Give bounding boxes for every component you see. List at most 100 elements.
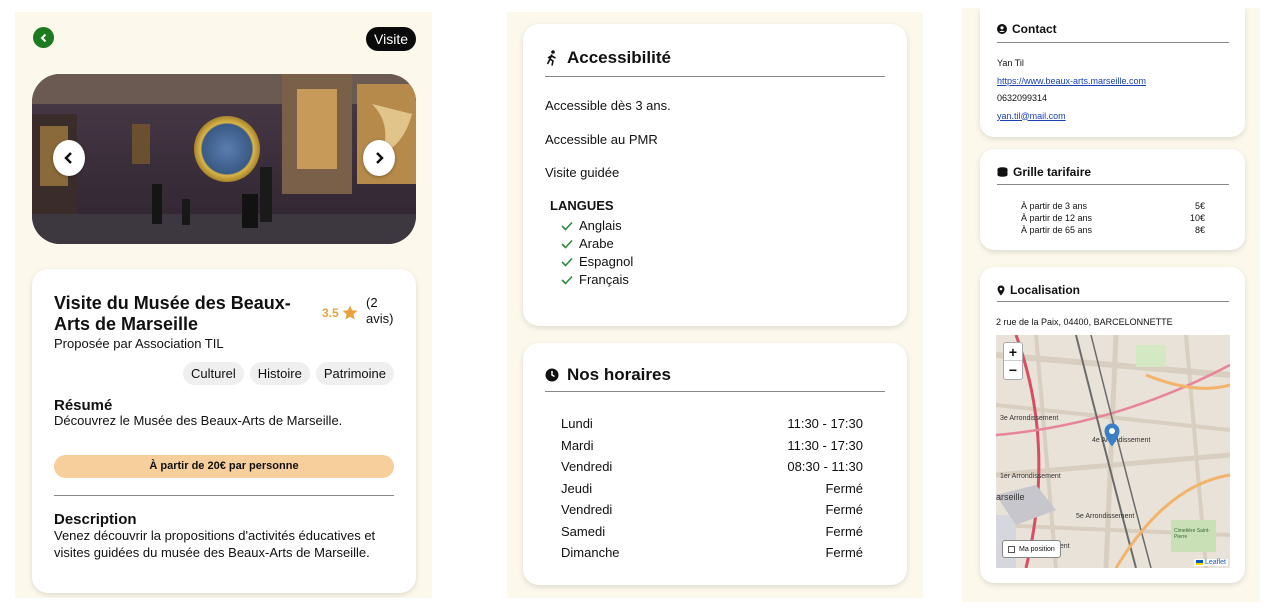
location-heading: Localisation: [997, 283, 1080, 297]
chip[interactable]: Culturel: [182, 362, 244, 385]
location-heading-label: Localisation: [1010, 283, 1081, 297]
language-label: Français: [579, 272, 629, 287]
pricing-table: À partir de 3 ans 5€ À partir de 12 ans 10…: [1021, 200, 1205, 236]
price-value: 8€: [1194, 225, 1205, 235]
divider: [997, 42, 1229, 43]
star-icon: [342, 305, 358, 320]
price-label: À partir de 65 ans: [1021, 225, 1093, 235]
accessibility-line: Accessible au PMR: [545, 132, 658, 147]
contact-location-panel: Contact Yan Til https://www.beaux-arts.m…: [962, 8, 1260, 602]
description-heading: Description: [54, 511, 137, 528]
contact-heading: Contact: [997, 22, 1057, 36]
pricing-heading: Grille tarifaire: [997, 165, 1091, 179]
my-position-checkbox[interactable]: [1008, 545, 1015, 553]
time: 11:30 - 17:30: [787, 437, 863, 453]
phone-number: 0632099314: [997, 93, 1048, 103]
price-value: 5€: [1194, 201, 1205, 211]
hours-heading: Nos horaires: [545, 365, 671, 385]
map-marker-icon[interactable]: [1104, 423, 1120, 447]
language-label: Arabe: [579, 236, 614, 251]
hours-row: Jeudi Fermé: [561, 478, 863, 500]
price-row: À partir de 12 ans 10€: [1021, 212, 1205, 224]
language-label: Espagnol: [579, 254, 634, 269]
map-pin-icon: [997, 285, 1005, 295]
contact-heading-label: Contact: [1012, 22, 1057, 36]
divider: [54, 495, 394, 496]
activity-detail-panel: Visite Visite du Musée des Beaux-Arts de…: [15, 12, 432, 598]
map-label: arseille: [996, 492, 1025, 502]
hours-heading-label: Nos horaires: [567, 365, 671, 384]
contact-name: Yan Til: [997, 58, 1024, 68]
divider: [997, 184, 1229, 185]
hours-row: Samedi Fermé: [561, 521, 863, 543]
divider: [545, 76, 885, 77]
rating-value: 3.5: [322, 305, 339, 320]
chip-list: Culturel Histoire Patrimoine: [182, 362, 394, 385]
location-card: Localisation 2 rue de la Paix, 04400, BA…: [980, 267, 1245, 583]
price-value: 10€: [1189, 213, 1205, 223]
hours-row: Dimanche Fermé: [561, 542, 863, 564]
time: 11:30 - 17:30: [787, 416, 863, 431]
check-icon: [561, 239, 573, 249]
attribution-link[interactable]: Leaflet: [1205, 559, 1226, 566]
website-link[interactable]: https://www.beaux-arts.marseille.com: [997, 73, 1146, 91]
email-link[interactable]: yan.til@mail.com: [997, 108, 1146, 126]
map-label: 4e Arrondissement: [1092, 437, 1151, 444]
accessibility-hours-panel: Accessibilité Accessible dès 3 ans. Acce…: [507, 12, 923, 598]
hours-row: Lundi 11:30 - 17:30: [561, 413, 863, 435]
day: Dimanche: [561, 545, 620, 560]
zoom-out-button[interactable]: −: [1004, 361, 1022, 379]
map-label: 3e Arrondissement: [1000, 415, 1059, 422]
check-icon: [561, 221, 573, 231]
prev-photo-button[interactable]: [53, 140, 85, 176]
contact-card: Contact Yan Til https://www.beaux-arts.m…: [980, 8, 1245, 137]
next-photo-button[interactable]: [363, 140, 395, 176]
museum-photo: [32, 74, 416, 244]
hours-table: Lundi 11:30 - 17:30 Mardi 11:30 - 17:30 Ve…: [561, 413, 863, 564]
price-label: À partir de 12 ans: [1021, 213, 1093, 223]
language-item: Anglais: [561, 217, 633, 235]
map[interactable]: 3e Arrondissement 4e Arrondissement 1er …: [996, 335, 1230, 568]
price-row: À partir de 3 ans 5€: [1021, 200, 1205, 212]
day: Jeudi: [561, 480, 593, 496]
opening-hours-card: Nos horaires Lundi 11:30 - 17:30 Mardi 11:…: [523, 343, 907, 585]
zoom-in-button[interactable]: +: [1004, 343, 1022, 361]
divider: [545, 391, 885, 392]
language-item: Espagnol: [561, 253, 633, 271]
day: Samedi: [561, 523, 606, 539]
activity-info-card: Visite du Musée des Beaux-Arts de Marsei…: [32, 269, 416, 593]
language-item: Français: [561, 271, 633, 289]
map-label: 1er Arrondissement: [1000, 473, 1061, 480]
chip[interactable]: Histoire: [249, 362, 310, 385]
time: Fermé: [825, 523, 863, 539]
check-icon: [561, 275, 573, 285]
time: Fermé: [825, 502, 863, 517]
price-banner: À partir de 20€ par personne: [54, 455, 394, 478]
hours-row: Vendredi 08:30 - 11:30: [561, 456, 863, 478]
review-count: (2 avis): [366, 295, 394, 326]
summary-text: Découvrez le Musée des Beaux-Arts de Mar…: [54, 413, 343, 428]
chip[interactable]: Patrimoine: [315, 362, 394, 385]
language-item: Arabe: [561, 235, 633, 253]
activity-title: Visite du Musée des Beaux-Arts de Marsei…: [54, 293, 291, 334]
pricing-heading-label: Grille tarifaire: [1013, 165, 1092, 179]
my-position-control[interactable]: Ma position: [1002, 540, 1061, 558]
price-row: À partir de 65 ans 8€: [1021, 224, 1205, 236]
day: Mardi: [561, 437, 594, 453]
languages-heading: LANGUES: [550, 198, 614, 213]
day: Vendredi: [561, 502, 613, 517]
description-text: Venez découvrir la propositions d'activi…: [54, 528, 376, 560]
organizer: Proposée par Association TIL: [54, 336, 224, 351]
time: Fermé: [825, 480, 863, 496]
map-label: 5e Arrondissement: [1076, 513, 1135, 520]
check-icon: [561, 257, 573, 267]
map-attribution[interactable]: Leaflet: [1194, 559, 1228, 566]
back-button[interactable]: [33, 27, 54, 48]
accessibility-card: Accessibilité Accessible dès 3 ans. Acce…: [523, 24, 907, 326]
zoom-control: + −: [1003, 342, 1023, 380]
time: 08:30 - 11:30: [787, 459, 863, 474]
my-position-label: Ma position: [1019, 545, 1055, 553]
address: 2 rue de la Paix, 04400, BARCELONNETTE: [996, 317, 1173, 327]
chevron-right-icon: [376, 152, 384, 164]
chevron-left-icon: [64, 152, 72, 164]
